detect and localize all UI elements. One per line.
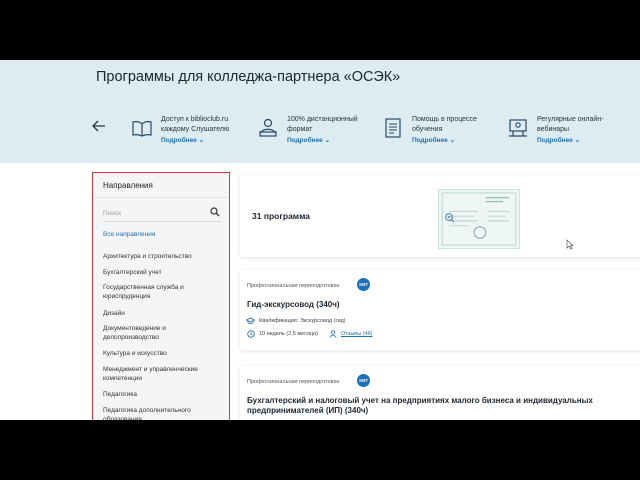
sidebar-item-pedagogy[interactable]: Педагогика <box>103 391 218 400</box>
program-type: Профессиональная переподготовка <box>247 283 340 289</box>
laptop-user-icon <box>259 118 277 137</box>
graduation-cap-icon <box>246 317 255 325</box>
results-summary-card: 31 программа <box>240 175 640 257</box>
more-link[interactable]: Подробнее ⌄ <box>161 136 204 144</box>
sidebar-title: Направления <box>103 181 153 190</box>
page-title: Программы для колледжа-партнера «ОСЭК» <box>96 69 401 85</box>
sidebar-item-design[interactable]: Дизайн <box>103 310 218 319</box>
reviews-link[interactable]: Отзывы (46) <box>341 331 372 337</box>
sidebar-item-culture[interactable]: Культура и искусство <box>103 350 218 359</box>
feature-text: вебинары <box>537 125 570 133</box>
webinar-icon <box>509 119 527 137</box>
sidebar-item-additional-education[interactable]: Педагогика дополнительного образования <box>103 407 218 420</box>
program-qualification: Квалификация: Экскурсовод (гид) <box>259 318 346 324</box>
sidebar-item-architecture[interactable]: Архитектура и строительство <box>103 253 218 262</box>
feature-text: 100% дистанционный <box>287 116 358 123</box>
mouse-cursor-icon <box>566 239 574 250</box>
feature-text: формат <box>287 125 313 133</box>
directions-filter-sidebar: Направления Все направления Архитектура … <box>92 172 230 420</box>
user-icon <box>329 330 337 338</box>
hit-badge: ХИТ <box>357 278 370 291</box>
program-title[interactable]: Гид-экскурсовод (340ч) <box>247 300 607 310</box>
more-link[interactable]: Подробнее ⌄ <box>287 136 330 144</box>
sidebar-item-management[interactable]: Менеджмент и управленческие компетенции <box>103 366 218 383</box>
feature-text: Помощь в процессе <box>412 116 477 123</box>
page-viewport: Программы для колледжа-партнера «ОСЭК» Д… <box>0 60 640 420</box>
program-title[interactable]: Бухгалтерский и налоговый учет на предпр… <box>247 396 607 416</box>
divider <box>93 197 228 198</box>
certificate-image[interactable] <box>438 189 520 249</box>
document-list-icon <box>385 118 401 138</box>
more-link[interactable]: Подробнее ⌄ <box>537 136 580 144</box>
feature-text: Регулярные онлайн- <box>537 116 604 123</box>
sidebar-item-all[interactable]: Все направления <box>103 231 155 238</box>
feature-text: обучения <box>412 125 443 133</box>
program-card[interactable]: Профессиональная переподготовка ХИТ Бухг… <box>240 366 640 420</box>
more-link[interactable]: Подробнее ⌄ <box>412 136 455 144</box>
sidebar-item-records-management[interactable]: Документоведение и делопроизводство <box>103 325 218 342</box>
feature-text: Доступ к biblioclub.ru <box>161 116 229 123</box>
clock-icon <box>247 330 255 338</box>
search-input[interactable] <box>103 206 221 222</box>
book-icon <box>132 121 152 137</box>
hero-banner: Программы для колледжа-партнера «ОСЭК» Д… <box>0 60 640 163</box>
back-arrow-icon[interactable] <box>92 120 106 132</box>
hit-badge: ХИТ <box>357 374 370 387</box>
program-duration: 10 недель (2,5 месяца) <box>259 331 318 337</box>
program-count: 31 программа <box>252 211 310 221</box>
feature-text: каждому Слушателю <box>161 125 230 133</box>
sidebar-item-accounting[interactable]: Бухгалтерский учет <box>103 269 218 278</box>
search-icon[interactable] <box>210 207 220 217</box>
program-type: Профессиональная переподготовка <box>247 379 340 385</box>
sidebar-item-civil-service[interactable]: Государственная служба и юриспруденция <box>103 284 218 301</box>
program-card[interactable]: Профессиональная переподготовка ХИТ Гид-… <box>240 270 640 350</box>
